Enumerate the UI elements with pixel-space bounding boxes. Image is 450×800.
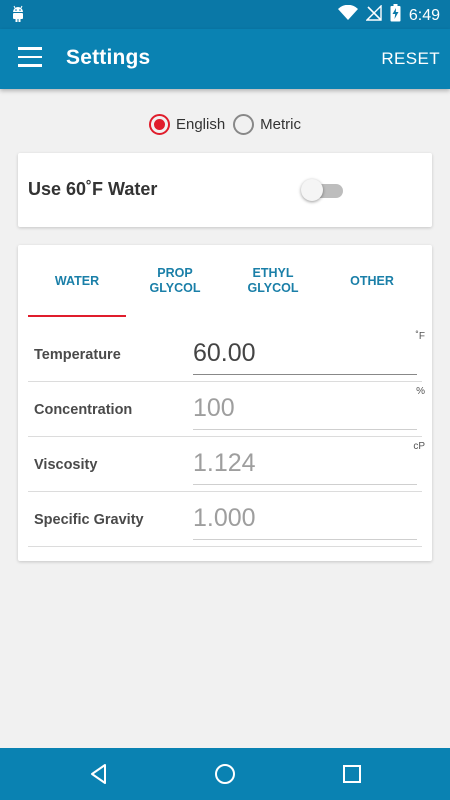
water-toggle-card: Use 60˚F Water [18,153,432,227]
unit-selector: English Metric [0,110,450,138]
property-list: Temperature 60.00 ˚F Concentration 100 %… [28,327,425,547]
property-row-viscosity: Viscosity 1.124 cP [28,437,425,492]
specific-gravity-field: 1.000 [193,498,417,540]
water-toggle-label: Use 60˚F Water [28,179,158,199]
wifi-icon [337,4,358,26]
system-nav-bar [0,748,450,800]
property-label: Viscosity [34,457,98,473]
android-icon [10,5,26,28]
back-icon[interactable] [87,762,111,786]
status-bar: 6:49 [0,0,450,29]
hamburger-menu-icon[interactable] [18,47,42,71]
viscosity-field: 1.124 cP [193,441,425,485]
fluid-tabs: WATER PROP GLYCOL ETHYL GLYCOL OTHER [28,245,422,317]
property-row-temperature: Temperature 60.00 ˚F [28,327,425,382]
unit-option-metric[interactable]: Metric [233,113,302,135]
property-row-specific-gravity: Specific Gravity 1.000 [28,492,422,547]
unit-option-label: English [175,115,226,133]
radio-selected-icon[interactable] [148,113,170,135]
property-value: 1.000 [193,504,256,532]
tab-other[interactable]: OTHER [322,245,422,317]
tab-label: WATER [54,273,100,288]
tab-label: PROP GLYCOL [149,266,201,295]
property-label: Specific Gravity [34,512,144,528]
switch-thumb[interactable] [301,179,323,201]
reset-button[interactable]: RESET [381,49,440,69]
property-value: 1.124 [193,449,256,477]
property-label: Concentration [34,402,133,418]
fluid-properties-card: WATER PROP GLYCOL ETHYL GLYCOL OTHER Tem… [18,245,432,561]
battery-charging-icon [390,4,401,27]
property-row-concentration: Concentration 100 % [28,382,425,437]
concentration-field: 100 % [193,386,425,430]
recents-icon[interactable] [340,762,364,786]
water-toggle-switch[interactable] [301,179,343,201]
page-title: Settings [66,46,151,69]
clock: 6:49 [408,6,440,24]
tab-water[interactable]: WATER [28,245,126,317]
home-icon[interactable] [213,762,237,786]
tab-label: OTHER [350,273,394,288]
property-unit: % [416,386,425,397]
tab-prop-glycol[interactable]: PROP GLYCOL [126,245,224,317]
tab-label: ETHYL GLYCOL [247,266,299,295]
property-value: 100 [193,394,235,422]
property-unit: ˚F [415,331,425,342]
radio-unselected-icon[interactable] [233,113,255,135]
tab-ethyl-glycol[interactable]: ETHYL GLYCOL [224,245,322,317]
temperature-input[interactable]: 60.00 ˚F [193,331,425,375]
property-unit: cP [413,441,425,452]
unit-option-label: Metric [260,115,302,133]
no-signal-icon [365,4,382,26]
property-value[interactable]: 60.00 [193,339,256,368]
app-bar: Settings RESET [0,29,450,89]
unit-option-english[interactable]: English [148,113,226,135]
property-label: Temperature [34,347,121,363]
